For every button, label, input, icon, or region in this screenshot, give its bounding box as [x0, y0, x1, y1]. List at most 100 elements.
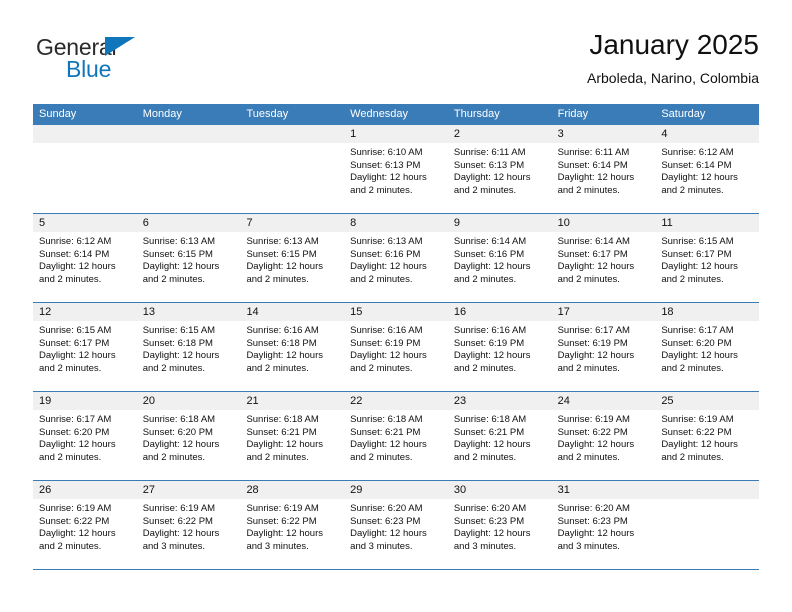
day-cell-17[interactable]: 17 Sunrise: 6:17 AM Sunset: 6:19 PM Dayligh…: [551, 303, 656, 391]
sunset-text: Sunset: 6:21 PM: [350, 426, 421, 438]
sunrise-text: Sunrise: 6:12 AM: [39, 236, 112, 247]
sunset-text: Sunset: 6:17 PM: [39, 337, 110, 349]
day-cell-9[interactable]: 9 Sunrise: 6:14 AM Sunset: 6:16 PM Daylight…: [447, 214, 552, 302]
sunset-text: Sunset: 6:23 PM: [350, 515, 421, 527]
day-info: Sunrise: 6:20 AM Sunset: 6:23 PM Daylight:…: [344, 499, 448, 553]
day-number-band: [33, 125, 137, 143]
daylight-text-line2: and 2 minutes.: [557, 273, 620, 285]
day-cell-empty: [33, 125, 137, 213]
daylight-text-line1: Daylight: 12 hours: [142, 439, 220, 451]
day-number-band: 21: [240, 392, 345, 410]
day-info: Sunrise: 6:13 AM Sunset: 6:15 PM Daylight:…: [240, 232, 344, 286]
sunset-text: Sunset: 6:20 PM: [142, 426, 213, 438]
day-info: Sunrise: 6:12 AM Sunset: 6:14 PM Daylight:…: [655, 143, 759, 197]
sunrise-text: Sunrise: 6:17 AM: [557, 325, 630, 336]
day-number-band: 31: [551, 481, 656, 499]
daylight-text-line1: Daylight: 12 hours: [246, 261, 324, 273]
weekday-header-thursday: Thursday: [453, 108, 500, 120]
day-info: Sunrise: 6:18 AM Sunset: 6:21 PM Daylight:…: [240, 410, 344, 464]
sunrise-text: Sunrise: 6:19 AM: [39, 503, 112, 514]
day-cell-29[interactable]: 29 Sunrise: 6:20 AM Sunset: 6:23 PM Dayligh…: [344, 481, 448, 569]
day-number-band: 26: [33, 481, 137, 499]
day-number-band: 11: [655, 214, 760, 232]
day-cell-16[interactable]: 16 Sunrise: 6:16 AM Sunset: 6:19 PM Dayligh…: [447, 303, 552, 391]
logo-text-blue: Blue: [66, 56, 112, 82]
day-cell-8[interactable]: 8 Sunrise: 6:13 AM Sunset: 6:16 PM Daylight…: [344, 214, 448, 302]
day-cell-13[interactable]: 13 Sunrise: 6:15 AM Sunset: 6:18 PM Dayligh…: [136, 303, 241, 391]
day-cell-6[interactable]: 6 Sunrise: 6:13 AM Sunset: 6:15 PM Daylight…: [136, 214, 241, 302]
day-cell-15[interactable]: 15 Sunrise: 6:16 AM Sunset: 6:19 PM Dayligh…: [344, 303, 448, 391]
daylight-text-line2: and 2 minutes.: [661, 362, 724, 374]
day-number: 14: [246, 306, 259, 318]
sunrise-text: Sunrise: 6:20 AM: [557, 503, 630, 514]
day-cell-3[interactable]: 3 Sunrise: 6:11 AM Sunset: 6:14 PM Daylight…: [551, 125, 656, 213]
day-number: 9: [453, 217, 460, 229]
day-info: Sunrise: 6:13 AM Sunset: 6:15 PM Daylight:…: [137, 232, 241, 286]
day-cell-12[interactable]: 12 Sunrise: 6:15 AM Sunset: 6:17 PM Dayligh…: [33, 303, 137, 391]
day-cell-14[interactable]: 14 Sunrise: 6:16 AM Sunset: 6:18 PM Dayligh…: [240, 303, 345, 391]
sunset-text: Sunset: 6:23 PM: [453, 515, 525, 527]
weekday-header-saturday: Saturday: [661, 108, 706, 120]
day-cell-28[interactable]: 28 Sunrise: 6:19 AM Sunset: 6:22 PM Dayligh…: [240, 481, 345, 569]
day-number-band: 1: [344, 125, 448, 143]
sunset-text: Sunset: 6:22 PM: [661, 426, 732, 438]
daylight-text-line2: and 2 minutes.: [557, 184, 620, 196]
day-cell-26[interactable]: 26 Sunrise: 6:19 AM Sunset: 6:22 PM Dayligh…: [33, 481, 137, 569]
day-cell-22[interactable]: 22 Sunrise: 6:18 AM Sunset: 6:21 PM Dayligh…: [344, 392, 448, 480]
daylight-text-line2: and 3 minutes.: [246, 540, 309, 552]
sunset-text: Sunset: 6:22 PM: [39, 515, 110, 527]
day-info: Sunrise: 6:10 AM Sunset: 6:13 PM Daylight:…: [344, 143, 448, 197]
sunrise-text: Sunrise: 6:15 AM: [142, 325, 216, 336]
day-cell-20[interactable]: 20 Sunrise: 6:18 AM Sunset: 6:20 PM Dayligh…: [136, 392, 241, 480]
day-number: 18: [661, 306, 674, 318]
day-number-band: 6: [136, 214, 241, 232]
day-number: 16: [453, 306, 467, 318]
sunrise-text: Sunrise: 6:18 AM: [453, 414, 527, 425]
day-info: Sunrise: 6:16 AM Sunset: 6:19 PM Daylight:…: [448, 321, 552, 375]
sunrise-text: Sunrise: 6:14 AM: [453, 236, 527, 247]
sunrise-text: Sunrise: 6:18 AM: [142, 414, 216, 425]
day-number: 24: [557, 395, 570, 407]
daylight-text-line1: Daylight: 12 hours: [557, 261, 635, 273]
sunset-text: Sunset: 6:17 PM: [661, 248, 732, 260]
day-cell-7[interactable]: 7 Sunrise: 6:13 AM Sunset: 6:15 PM Daylight…: [240, 214, 345, 302]
sunrise-text: Sunrise: 6:18 AM: [350, 414, 423, 425]
day-cell-19[interactable]: 19 Sunrise: 6:17 AM Sunset: 6:20 PM Dayligh…: [33, 392, 137, 480]
day-cell-21[interactable]: 21 Sunrise: 6:18 AM Sunset: 6:21 PM Dayligh…: [240, 392, 345, 480]
day-cell-24[interactable]: 24 Sunrise: 6:19 AM Sunset: 6:22 PM Dayligh…: [551, 392, 656, 480]
day-cell-27[interactable]: 27 Sunrise: 6:19 AM Sunset: 6:22 PM Dayligh…: [136, 481, 241, 569]
daylight-text-line1: Daylight: 12 hours: [557, 350, 635, 362]
daylight-text-line2: and 2 minutes.: [39, 273, 102, 285]
sunrise-text: Sunrise: 6:18 AM: [246, 414, 319, 425]
daylight-text-line1: Daylight: 12 hours: [350, 172, 427, 184]
sunset-text: Sunset: 6:14 PM: [557, 159, 628, 171]
day-number: 21: [246, 395, 259, 407]
day-cell-23[interactable]: 23 Sunrise: 6:18 AM Sunset: 6:21 PM Dayligh…: [447, 392, 552, 480]
day-cell-5[interactable]: 5 Sunrise: 6:12 AM Sunset: 6:14 PM Daylight…: [33, 214, 137, 302]
day-info: Sunrise: 6:20 AM Sunset: 6:23 PM Daylight:…: [448, 499, 552, 553]
daylight-text-line1: Daylight: 12 hours: [142, 528, 220, 540]
day-cell-10[interactable]: 10 Sunrise: 6:14 AM Sunset: 6:17 PM Dayligh…: [551, 214, 656, 302]
sunset-text: Sunset: 6:22 PM: [142, 515, 213, 527]
day-cell-31[interactable]: 31 Sunrise: 6:20 AM Sunset: 6:23 PM Dayligh…: [551, 481, 656, 569]
sunset-text: Sunset: 6:20 PM: [39, 426, 110, 438]
day-number-band: 2: [447, 125, 552, 143]
day-cell-11[interactable]: 11 Sunrise: 6:15 AM Sunset: 6:17 PM Dayligh…: [655, 214, 760, 302]
sunrise-text: Sunrise: 6:20 AM: [453, 503, 527, 514]
sunrise-text: Sunrise: 6:11 AM: [453, 147, 526, 158]
daylight-text-line1: Daylight: 12 hours: [39, 528, 116, 540]
sunset-text: Sunset: 6:22 PM: [557, 426, 628, 438]
day-cell-2[interactable]: 2 Sunrise: 6:11 AM Sunset: 6:13 PM Daylight…: [447, 125, 552, 213]
daylight-text-line2: and 2 minutes.: [246, 362, 309, 374]
calendar-grid: Sunday Monday Tuesday Wednesday Thursday Frid…: [33, 104, 760, 570]
weekday-header-wednesday: Wednesday: [350, 108, 409, 120]
day-cell-1[interactable]: 1 Sunrise: 6:10 AM Sunset: 6:13 PM Daylight…: [344, 125, 448, 213]
sunrise-text: Sunrise: 6:17 AM: [661, 325, 734, 336]
day-cell-30[interactable]: 30 Sunrise: 6:20 AM Sunset: 6:23 PM Dayligh…: [447, 481, 552, 569]
day-cell-18[interactable]: 18 Sunrise: 6:17 AM Sunset: 6:20 PM Dayligh…: [655, 303, 760, 391]
day-info: Sunrise: 6:14 AM Sunset: 6:16 PM Daylight:…: [448, 232, 552, 286]
day-cell-25[interactable]: 25 Sunrise: 6:19 AM Sunset: 6:22 PM Dayligh…: [655, 392, 760, 480]
day-cell-4[interactable]: 4 Sunrise: 6:12 AM Sunset: 6:14 PM Daylight…: [655, 125, 760, 213]
daylight-text-line1: Daylight: 12 hours: [661, 172, 738, 184]
general-blue-logo[interactable]: General Blue: [36, 34, 216, 90]
